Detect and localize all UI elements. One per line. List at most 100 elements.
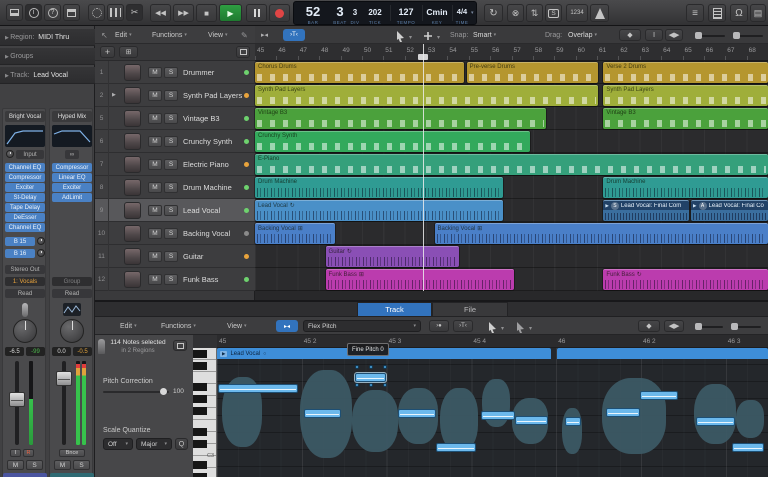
region-synth-pad-layers[interactable]: Synth Pad Layers bbox=[603, 85, 768, 106]
editor-waveform-zoom-button[interactable]: ◆ bbox=[638, 320, 660, 332]
region-chorus-drums[interactable]: Chorus Drums bbox=[255, 62, 465, 83]
flex-pitch-note[interactable] bbox=[640, 391, 678, 400]
snap-value[interactable]: Smart ▾ bbox=[473, 26, 496, 44]
flex-mode-select[interactable]: Flex Pitch ▾ bbox=[303, 320, 421, 332]
solo-button[interactable]: S bbox=[164, 274, 178, 285]
flex-pitch-note[interactable] bbox=[696, 417, 735, 426]
lcd-display[interactable]: 52 BAR 3 BEAT 3 DIV 202 TICK 127 TEMPO Cmin KE… bbox=[293, 1, 477, 25]
flex-icon-editor[interactable]: ▸◂ bbox=[276, 320, 298, 332]
pause-button[interactable] bbox=[246, 4, 267, 22]
black-key[interactable] bbox=[193, 440, 207, 448]
mute-button[interactable]: M bbox=[148, 113, 162, 124]
region-crunchy-synth[interactable]: Crunchy Synth bbox=[255, 131, 530, 152]
region-verse-2-drums[interactable]: Verse 2 Drums bbox=[603, 62, 768, 83]
plugin-slot[interactable]: DeEsser bbox=[5, 213, 45, 222]
media-browser-button[interactable]: ▤ bbox=[750, 4, 766, 22]
add-track-button[interactable]: + bbox=[100, 46, 115, 58]
forward-button[interactable]: ▶▶ bbox=[173, 4, 194, 22]
editor-catch-button[interactable]: ◀▶ bbox=[664, 320, 684, 332]
region-drum-machine[interactable]: Drum Machine bbox=[255, 177, 503, 198]
solo-button[interactable]: S bbox=[164, 136, 178, 147]
flex-pitch-toggle-editor[interactable]: ›T‹ bbox=[453, 320, 473, 332]
bar-ruler[interactable]: 45 46 47 48 49 50 51 52 53 54 55 56 57 58 59 60 61 62 63 64… bbox=[255, 44, 768, 61]
region-funk-bass[interactable]: Funk Bass ⊞ bbox=[325, 269, 514, 290]
region-lead-vocal-final-co[interactable]: ▶ A Lead Vocal: Final Co bbox=[691, 200, 768, 221]
editor-menu-edit[interactable]: Edit ▾ bbox=[120, 317, 137, 335]
editor-horizontal-zoom-slider[interactable] bbox=[731, 323, 761, 330]
menu-edit[interactable]: Edit ▾ bbox=[115, 26, 132, 44]
send-slot[interactable]: B 15 bbox=[5, 237, 35, 246]
flex-icon[interactable]: ▸◂ bbox=[261, 26, 268, 44]
mixer-button[interactable] bbox=[107, 4, 124, 21]
solo-button[interactable]: S bbox=[164, 159, 178, 170]
stereo-format-icon[interactable]: ∞ bbox=[65, 150, 79, 159]
mute-button[interactable]: M bbox=[148, 159, 162, 170]
editor-vertical-zoom-slider[interactable] bbox=[695, 323, 723, 330]
mute-button[interactable]: M bbox=[148, 251, 162, 262]
mute-button[interactable]: M bbox=[148, 182, 162, 193]
region-lead-vocal[interactable]: Lead Vocal ↻ bbox=[255, 200, 503, 221]
piano-keyboard[interactable]: C3 bbox=[193, 348, 217, 477]
solo-button[interactable]: S bbox=[164, 251, 178, 262]
stop-button[interactable]: ■ bbox=[196, 4, 217, 22]
black-key[interactable] bbox=[193, 428, 207, 436]
automation-mode-slot[interactable]: Read bbox=[52, 289, 92, 298]
mute-button[interactable]: M bbox=[148, 205, 162, 216]
count-in-button[interactable]: 1234 bbox=[566, 4, 588, 22]
track-header-vintage-b3[interactable]: 5 M S Vintage B3 bbox=[95, 107, 255, 130]
black-key[interactable] bbox=[193, 461, 207, 469]
black-key[interactable] bbox=[193, 407, 207, 415]
solo-button-strip[interactable]: S bbox=[73, 460, 90, 470]
catch-arrow-icon[interactable]: ↖ bbox=[101, 26, 108, 44]
note-hotspot-dot[interactable] bbox=[369, 383, 373, 387]
track-header-electric-piano[interactable]: 7 M S Electric Piano bbox=[95, 153, 255, 176]
automation-mode-slot[interactable]: Read bbox=[5, 289, 45, 298]
tab-track[interactable]: Track bbox=[357, 302, 432, 317]
plugin-slot[interactable]: Exciter bbox=[5, 183, 45, 192]
note-hotspot-dot[interactable] bbox=[383, 383, 387, 387]
pointer-tool-select[interactable]: ▾ bbox=[393, 29, 419, 42]
solo-button[interactable]: S bbox=[164, 113, 178, 124]
flex-pitch-note[interactable] bbox=[304, 409, 341, 418]
note-pads-button[interactable] bbox=[708, 4, 726, 22]
eq-thumbnail[interactable] bbox=[5, 125, 45, 147]
black-key[interactable] bbox=[193, 362, 207, 370]
track-header-synth-pad-layers[interactable]: 2 ▶ M S Synth Pad Layers bbox=[95, 84, 255, 107]
local-inspector-button[interactable] bbox=[173, 340, 187, 351]
inspector-toggle-button[interactable]: i bbox=[25, 4, 42, 21]
solo-button-strip[interactable]: S bbox=[26, 460, 43, 470]
track-header-funk-bass[interactable]: 12 M S Funk Bass bbox=[95, 268, 255, 291]
editor-menu-functions[interactable]: Functions ▾ bbox=[161, 317, 196, 335]
track-header-crunchy-synth[interactable]: 6 M S Crunchy Synth bbox=[95, 130, 255, 153]
plugin-slot[interactable]: Compressor bbox=[52, 163, 92, 172]
solo-button[interactable]: S bbox=[164, 205, 178, 216]
inspector-header-1[interactable]: ▶ Region: MIDI Thru bbox=[0, 29, 95, 46]
duplicate-track-button[interactable]: ⊞ bbox=[119, 46, 138, 58]
mute-button[interactable]: M bbox=[148, 67, 162, 78]
flex-pitch-note[interactable] bbox=[565, 417, 581, 426]
note-hotspot-dot[interactable] bbox=[355, 383, 359, 387]
group-slot[interactable]: 1: Vocals bbox=[5, 277, 45, 286]
flex-pitch-toggle[interactable]: ›T‹ bbox=[283, 29, 305, 41]
plugin-slot[interactable]: Linear EQ bbox=[52, 173, 92, 182]
eq-thumbnail[interactable] bbox=[52, 125, 92, 147]
track-header-drummer[interactable]: 1 M S Drummer bbox=[95, 61, 255, 84]
region-backing-vocal[interactable]: Backing Vocal ⊞ bbox=[255, 223, 336, 244]
plugin-slot[interactable]: AdLimit bbox=[52, 193, 92, 202]
auto-track-zoom-button[interactable]: Ⅰ bbox=[645, 29, 663, 41]
send-knob[interactable] bbox=[37, 249, 45, 257]
note-hotspot-dot[interactable] bbox=[355, 365, 359, 369]
mute-button[interactable]: M bbox=[148, 274, 162, 285]
toolbar-toggle-button[interactable] bbox=[63, 4, 80, 21]
secondary-tool-select[interactable]: ▾ bbox=[421, 29, 447, 41]
gain-knob[interactable] bbox=[6, 150, 14, 158]
pitch-correction-slider[interactable] bbox=[103, 388, 169, 395]
horizontal-zoom-slider[interactable] bbox=[733, 32, 763, 39]
flex-pitch-canvas[interactable]: ▶ Lead Vocal ○ bbox=[217, 348, 768, 477]
disclosure-triangle-icon[interactable]: ▶ bbox=[112, 92, 116, 98]
pan-knob[interactable] bbox=[13, 319, 37, 343]
track-header-guitar[interactable]: 11 M S Guitar bbox=[95, 245, 255, 268]
strip-name[interactable]: Hyped Mix bbox=[52, 111, 92, 122]
editor-region-header[interactable] bbox=[557, 348, 768, 359]
list-editors-button[interactable]: ≡ bbox=[686, 4, 704, 22]
